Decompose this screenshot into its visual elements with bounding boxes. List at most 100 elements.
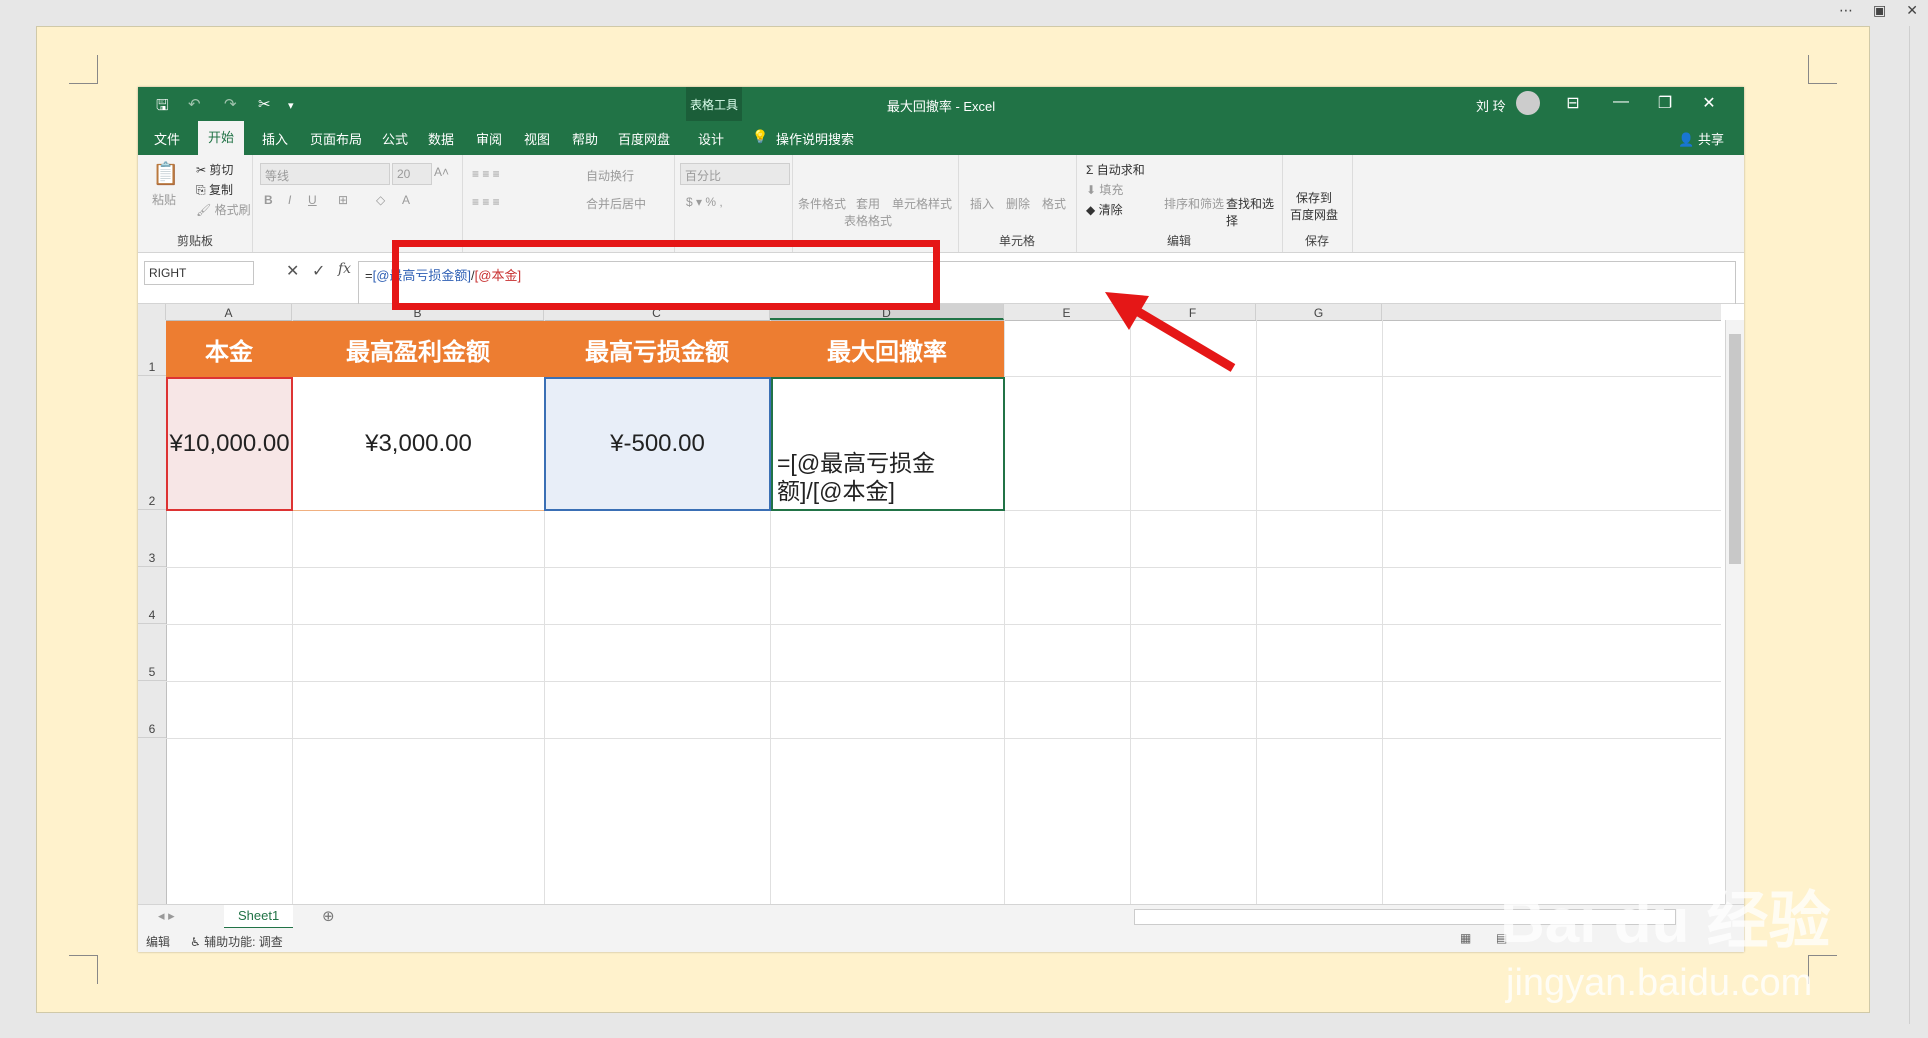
scroll-sheets-icon[interactable]: ◂ ▸ xyxy=(158,908,175,924)
wrap-text-button[interactable]: 自动换行 xyxy=(586,167,634,184)
table-cell[interactable]: ¥-500.00 xyxy=(544,377,771,511)
format-painter-button[interactable]: 🖌 格式刷 xyxy=(196,201,251,218)
highlight-box xyxy=(392,240,940,310)
percent-icon[interactable]: $ ▾ % , xyxy=(686,195,723,209)
row-header[interactable]: 2 xyxy=(138,376,166,510)
conditional-format-button[interactable]: 条件格式 xyxy=(798,195,846,212)
watermark-logo: Bai du 经验 xyxy=(1500,887,1831,956)
tab-baidu-disk[interactable]: 百度网盘 xyxy=(618,129,670,148)
italic-icon[interactable]: I xyxy=(288,193,291,207)
table-header-cell[interactable]: 最大回撤率 xyxy=(770,321,1004,377)
cut-label: 剪切 xyxy=(209,163,234,177)
cells-group: 插入 删除 格式 单元格 xyxy=(958,155,1077,252)
cell-styles-button[interactable]: 单元格样式 xyxy=(892,195,952,212)
table-header-cell[interactable]: 最高盈利金额 xyxy=(292,321,544,377)
table-header-cell[interactable]: 最高亏损金额 xyxy=(544,321,770,377)
tab-review[interactable]: 审阅 xyxy=(476,129,502,148)
number-format-select[interactable]: 百分比 xyxy=(680,163,790,185)
table-cell[interactable]: ¥3,000.00 xyxy=(293,377,544,511)
insert-function-icon[interactable]: fx xyxy=(338,261,351,277)
font-size-select[interactable]: 20 xyxy=(392,163,432,185)
autosum-button[interactable]: Σ 自动求和 xyxy=(1086,161,1145,178)
share-button[interactable]: 👤 共享 xyxy=(1678,129,1724,148)
format-as-table-button[interactable]: 套用 表格格式 xyxy=(844,195,892,229)
copy-button[interactable]: ⎘ 复制 xyxy=(196,181,233,198)
column-header[interactable]: G xyxy=(1256,304,1382,320)
delete-cells-button[interactable]: 删除 xyxy=(1006,195,1030,212)
font-color-icon[interactable]: A xyxy=(402,193,410,207)
name-box[interactable]: RIGHT xyxy=(144,261,254,285)
border-icon[interactable]: ⊞ xyxy=(338,193,348,207)
maximize-icon[interactable]: ❐ xyxy=(1650,93,1680,113)
editing-group: Σ 自动求和 ⬇ 填充 ◆ 清除 排序和筛选 查找和选择 编辑 xyxy=(1076,155,1283,252)
tab-insert[interactable]: 插入 xyxy=(262,129,288,148)
table-cell[interactable]: ¥10,000.00 xyxy=(166,377,293,511)
insert-cells-button[interactable]: 插入 xyxy=(970,195,994,212)
grow-font-icon[interactable]: A˄ xyxy=(434,165,449,179)
row-header[interactable]: 1 xyxy=(138,320,166,376)
scroll-thumb[interactable] xyxy=(1729,334,1741,564)
font-name-select[interactable]: 等线 xyxy=(260,163,390,185)
grid-line xyxy=(1256,320,1257,904)
align-top-icon[interactable]: ≡ ≡ ≡ xyxy=(472,167,500,181)
more-icon[interactable]: ⋯ xyxy=(1839,2,1853,19)
sheet-tab[interactable]: Sheet1 xyxy=(224,905,294,929)
cancel-icon[interactable]: ✕ xyxy=(286,261,299,281)
fill-button[interactable]: ⬇ 填充 xyxy=(1086,181,1123,198)
tab-page-layout[interactable]: 页面布局 xyxy=(310,129,362,148)
active-edit-cell[interactable]: =[@最高亏损金额]/[@本金] xyxy=(771,377,1005,511)
row-headers: 1 2 3 4 5 6 xyxy=(138,320,167,904)
format-cells-button[interactable]: 格式 xyxy=(1042,195,1066,212)
minimize-icon[interactable]: — xyxy=(1606,93,1636,111)
format-painter-label: 格式刷 xyxy=(214,203,251,217)
paste-button[interactable]: 粘贴 xyxy=(152,191,176,208)
user-name: 刘 玲 xyxy=(1476,99,1506,114)
fill-color-icon[interactable]: ◇ xyxy=(376,193,385,207)
underline-icon[interactable]: U xyxy=(308,193,317,207)
column-header[interactable]: A xyxy=(166,304,292,320)
avatar[interactable] xyxy=(1516,91,1540,115)
document-scrollbar[interactable] xyxy=(1909,26,1928,1026)
clear-button[interactable]: ◆ 清除 xyxy=(1086,201,1123,218)
tab-home[interactable]: 开始 xyxy=(198,121,245,155)
align-left-icon[interactable]: ≡ ≡ ≡ xyxy=(472,195,500,209)
tab-formulas[interactable]: 公式 xyxy=(382,129,408,148)
save-to-baidu-button[interactable]: 保存到 百度网盘 xyxy=(1290,189,1338,223)
row-header[interactable]: 3 xyxy=(138,510,166,567)
select-all-corner[interactable] xyxy=(138,304,166,320)
tab-help[interactable]: 帮助 xyxy=(572,129,598,148)
lightbulb-icon: 💡 xyxy=(752,129,769,144)
close-icon[interactable]: ✕ xyxy=(1906,2,1918,19)
merge-center-button[interactable]: 合并后居中 xyxy=(586,195,646,212)
ribbon-display-icon[interactable]: ⊟ xyxy=(1558,93,1588,113)
row-header[interactable]: 5 xyxy=(138,624,166,681)
tab-file[interactable]: 文件 xyxy=(154,129,180,148)
find-select-button[interactable]: 查找和选择 xyxy=(1226,195,1282,229)
table-header-cell[interactable]: 本金 xyxy=(166,321,292,377)
crop-mark xyxy=(1808,55,1837,84)
copy-label: 复制 xyxy=(208,183,233,197)
normal-view-icon[interactable]: ▦ xyxy=(1460,931,1471,945)
new-sheet-icon[interactable]: ⊕ xyxy=(322,907,335,925)
bold-icon[interactable]: B xyxy=(264,193,273,207)
grid-line xyxy=(1382,320,1383,904)
document-top-bar: ⋯ ▣ ✕ xyxy=(0,0,1928,26)
grid-line xyxy=(166,738,1721,739)
paste-icon[interactable]: 📋 xyxy=(152,161,179,187)
row-header[interactable]: 4 xyxy=(138,567,166,624)
enter-icon[interactable]: ✓ xyxy=(312,261,325,281)
cut-button[interactable]: ✂ 剪切 xyxy=(196,161,233,178)
tell-me-search[interactable]: 操作说明搜索 xyxy=(776,129,854,148)
tab-view[interactable]: 视图 xyxy=(524,129,550,148)
tab-design[interactable]: 设计 xyxy=(698,129,724,148)
row-header[interactable]: 6 xyxy=(138,681,166,738)
accessibility-status[interactable]: ♿ 辅助功能: 调查 xyxy=(190,933,283,950)
restore-icon[interactable]: ▣ xyxy=(1873,2,1886,19)
tab-data[interactable]: 数据 xyxy=(428,129,454,148)
font-size: 20 xyxy=(397,167,411,181)
arrow-shaft xyxy=(1122,300,1236,372)
sort-filter-button[interactable]: 排序和筛选 xyxy=(1164,195,1224,212)
formula-equals: = xyxy=(365,268,373,283)
close-window-icon[interactable]: ✕ xyxy=(1694,93,1724,113)
vertical-scrollbar[interactable] xyxy=(1725,320,1744,904)
